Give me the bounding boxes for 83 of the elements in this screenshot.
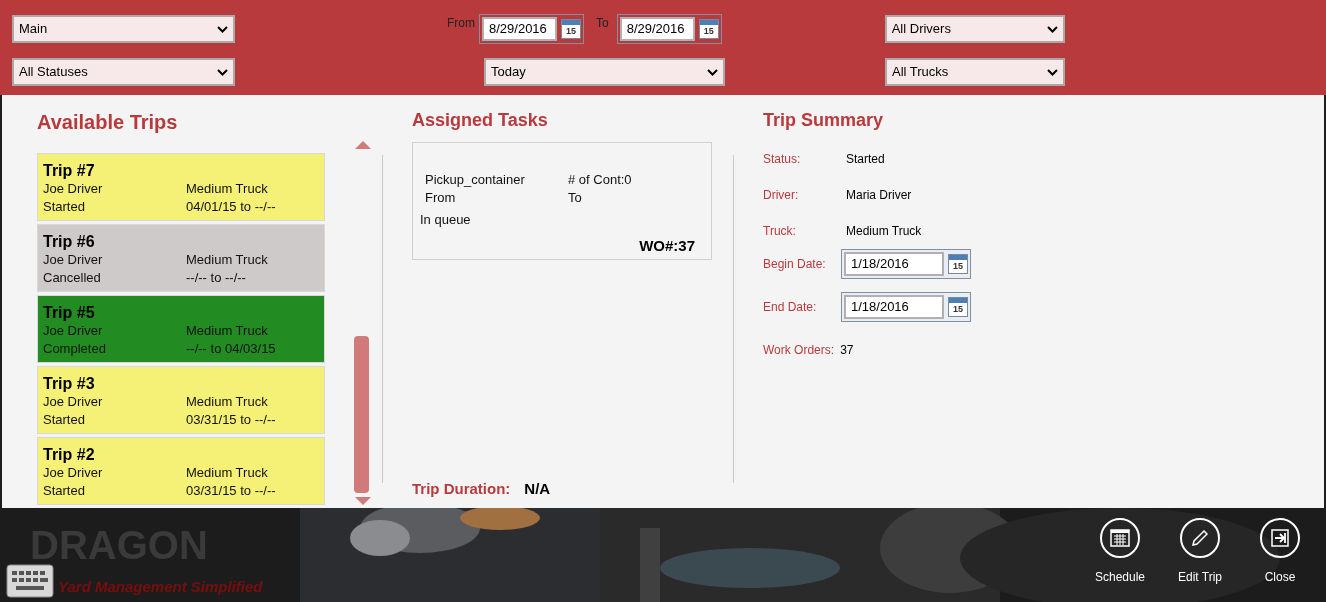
task-state: In queue [420, 211, 472, 229]
trip-truck: Medium Truck [186, 393, 268, 411]
trip-status: Started [43, 482, 86, 500]
task-from: From [425, 189, 457, 207]
calendar-button[interactable]: 15 [561, 19, 581, 39]
chevron-icon [217, 68, 228, 76]
field-label: Work Orders: [763, 342, 835, 359]
chevron-icon [1047, 68, 1058, 76]
trip-dates: --/-- to --/-- [186, 269, 246, 287]
date-field[interactable]: 1/18/2016 [844, 252, 944, 276]
scroll-down-icon[interactable] [355, 497, 371, 505]
logo-tagline: Yard Management Simplified [58, 576, 263, 597]
chevron-icon [217, 25, 228, 33]
trip-status: Completed [43, 340, 107, 358]
section-title: Available Trips [37, 110, 179, 135]
trip-title: Trip #2 [43, 446, 95, 464]
trip-driver: Joe Driver [43, 251, 104, 269]
trip-dates: --/-- to 04/03/15 [186, 340, 276, 358]
scroll-thumb[interactable] [354, 336, 369, 493]
date-field[interactable]: 8/29/2016 [619, 17, 695, 41]
calendar-button[interactable]: 15 [948, 254, 968, 274]
task-card[interactable]: Pickup_container # of Cont:0 From To In queue WO#:37 [412, 142, 712, 260]
exit-icon [1270, 528, 1290, 548]
trip-status: Started [43, 411, 86, 429]
section-title: Assigned Tasks [412, 109, 549, 132]
trip-status: Cancelled [43, 269, 102, 287]
range-dropdown[interactable]: Today [484, 58, 725, 86]
trip-title: Trip #5 [43, 304, 95, 322]
keyboard-icon[interactable] [6, 564, 54, 598]
chevron-icon [1046, 25, 1058, 33]
trip-driver: Joe Driver [43, 393, 104, 411]
field-label: Begin Date: [763, 256, 827, 273]
trip-title: Trip #6 [43, 233, 95, 251]
trip-card[interactable]: Trip #7 Joe Driver Medium Truck Started 04/01/15 to --/-- [37, 153, 325, 221]
calendar-icon [1110, 528, 1130, 548]
trip-card[interactable]: Trip #2 Joe Driver Medium Truck Started 03/31/15 to --/-- [37, 437, 325, 505]
field-value: Started [846, 151, 885, 168]
trip-dates: 03/31/15 to --/-- [186, 411, 276, 429]
trip-truck: Medium Truck [186, 251, 268, 269]
app-bar-button[interactable]: Schedule [1080, 518, 1160, 602]
container-count: # of Cont:0 [568, 171, 632, 189]
date-field[interactable]: 8/29/2016 [482, 17, 557, 41]
from-label: From [447, 15, 475, 32]
trip-dates: 04/01/15 to --/-- [186, 198, 276, 216]
field-label: Status: [763, 151, 802, 168]
calendar-button[interactable]: 15 [698, 19, 719, 39]
section-title: Trip Summary [763, 109, 885, 132]
task-to: To [568, 189, 582, 207]
view-dropdown[interactable]: Main [12, 15, 235, 43]
trip-card[interactable]: Trip #5 Joe Driver Medium Truck Completed --/-- to 04/03/15 [37, 295, 325, 363]
trip-truck: Medium Truck [186, 180, 268, 198]
chevron-icon [707, 68, 718, 76]
trucks-dropdown[interactable]: All Trucks [885, 58, 1065, 86]
work-order-number: WO#:37 [639, 236, 695, 256]
trip-truck: Medium Truck [186, 464, 268, 482]
duration-label: Trip Duration: [412, 478, 511, 499]
trip-title: Trip #7 [43, 162, 95, 180]
field-label: Driver: [763, 187, 800, 204]
field-label: End Date: [763, 299, 818, 316]
status-dropdown[interactable]: All Statuses [12, 58, 235, 86]
trip-card[interactable]: Trip #3 Joe Driver Medium Truck Started 03/31/15 to --/-- [37, 366, 325, 434]
calendar-button[interactable]: 15 [948, 297, 968, 317]
app-bar-button[interactable]: Edit Trip [1160, 518, 1240, 602]
trip-truck: Medium Truck [186, 322, 268, 340]
field-label: Truck: [763, 223, 797, 240]
trip-driver: Joe Driver [43, 322, 104, 340]
task-type: Pickup_container [425, 171, 526, 189]
scroll-up-icon[interactable] [355, 141, 371, 149]
to-label: To [596, 15, 609, 32]
pencil-icon [1190, 528, 1210, 548]
trip-dates: 03/31/15 to --/-- [186, 482, 276, 500]
date-field[interactable]: 1/18/2016 [844, 295, 944, 319]
duration-value: N/A [524, 478, 551, 499]
trip-title: Trip #3 [43, 375, 95, 393]
trip-driver: Joe Driver [43, 464, 104, 482]
trip-driver: Joe Driver [43, 180, 104, 198]
field-value: Medium Truck [846, 223, 922, 240]
app-bar-button[interactable]: Close [1240, 518, 1320, 602]
trip-status: Started [43, 198, 86, 216]
trip-card[interactable]: Trip #6 Joe Driver Medium Truck Cancelled --/-- to --/-- [37, 224, 325, 292]
field-value: 37 [840, 342, 854, 359]
field-value: Maria Driver [846, 187, 912, 204]
drivers-dropdown[interactable]: All Drivers [884, 15, 1065, 43]
